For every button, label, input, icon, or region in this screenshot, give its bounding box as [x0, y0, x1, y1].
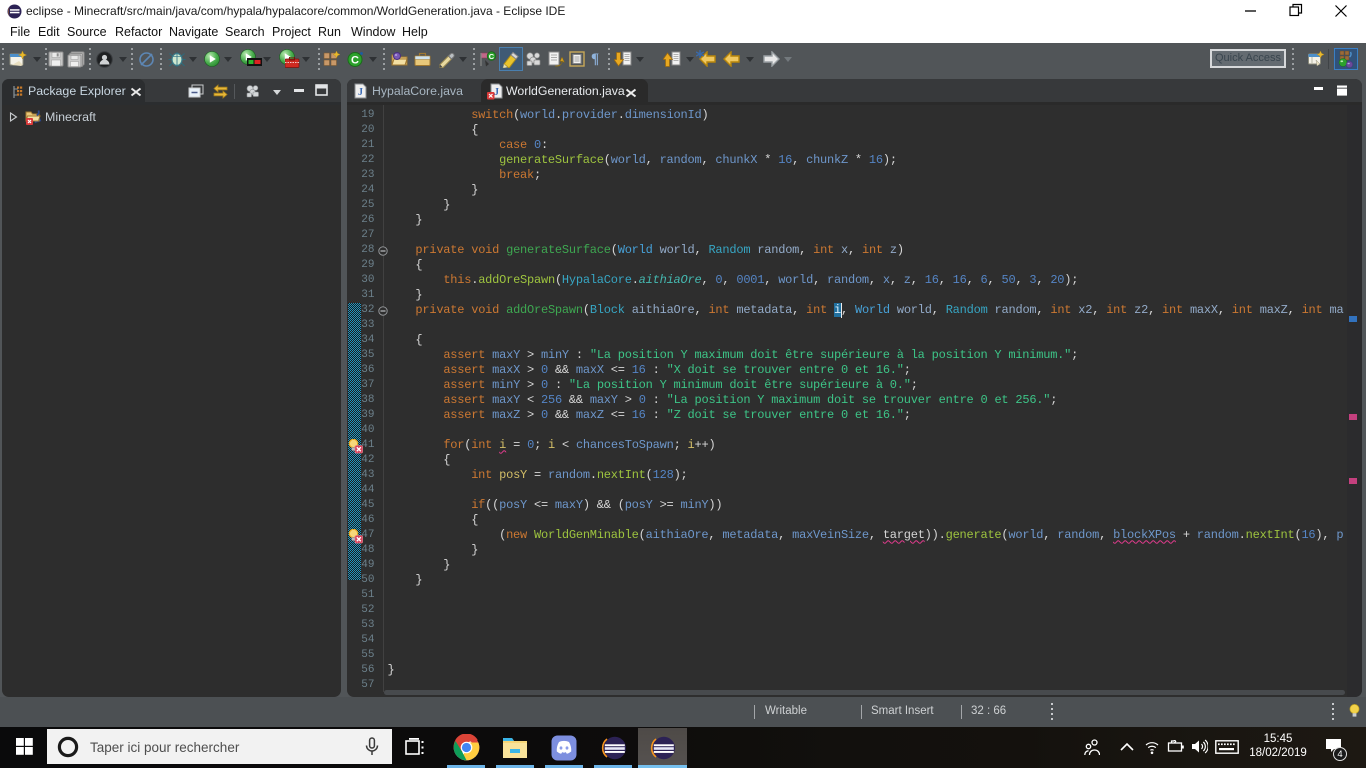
svg-text:C: C: [489, 52, 495, 61]
svg-text:J: J: [494, 87, 499, 98]
svg-text:C: C: [351, 55, 359, 67]
svg-text:J: J: [358, 87, 363, 98]
